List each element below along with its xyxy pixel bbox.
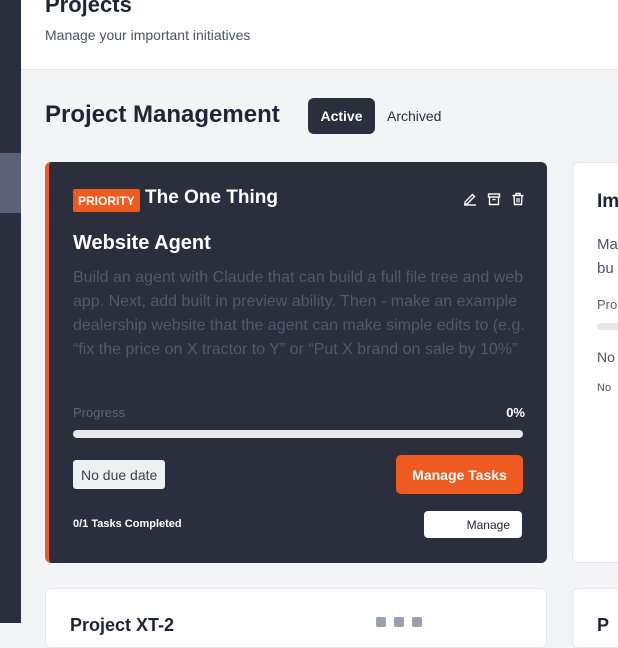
desc-line: Ma: [597, 236, 618, 253]
card-heading: The One Thing: [145, 187, 278, 208]
section-title: Project Management: [45, 101, 280, 128]
archive-icon[interactable]: [487, 192, 501, 206]
sidebar: [0, 0, 21, 623]
card-heading: Project XT-2: [70, 615, 175, 635]
edit-icon[interactable]: [376, 617, 386, 627]
progress-label: Progress: [73, 405, 126, 420]
project-name: Website Agent: [73, 232, 211, 254]
project-card: PRIORITY The One Thing Website Agent Bui…: [45, 162, 547, 563]
page-title: Projects: [45, 0, 132, 17]
manage-button[interactable]: Manage: [424, 511, 522, 538]
page-subtitle: Manage your important initiatives: [45, 27, 251, 43]
sidebar-active-item[interactable]: [0, 153, 21, 213]
desc-line: bu: [597, 260, 614, 277]
page-header: Projects Manage your important initiativ…: [21, 0, 618, 70]
card-heading: P: [597, 615, 610, 635]
tasks-completed: 0/1 Tasks Completed: [73, 518, 182, 530]
project-description: Build an agent with Claude that can buil…: [73, 269, 525, 358]
project-card: Project XT-2: [45, 588, 547, 648]
due-date-chip: No: [597, 349, 615, 365]
due-date-chip: No due date: [73, 460, 166, 489]
edit-icon[interactable]: [463, 192, 477, 206]
card-actions: [376, 617, 422, 627]
archive-icon[interactable]: [394, 617, 404, 627]
priority-badge: PRIORITY: [73, 189, 140, 212]
progress-label: Pro: [597, 297, 618, 312]
project-description: Ma bu: [597, 233, 618, 281]
progress-bar: [597, 323, 618, 330]
card-heading: Im: [597, 191, 618, 212]
trash-icon[interactable]: [511, 192, 525, 206]
progress-bar: [73, 430, 523, 438]
filter-archived-button[interactable]: Archived: [387, 98, 441, 134]
project-card-secondary: Im Ma bu Pro No No: [572, 162, 618, 563]
tasks-completed: No: [597, 382, 612, 394]
progress-percent: 0%: [506, 405, 525, 420]
manage-tasks-button[interactable]: Manage Tasks: [396, 455, 523, 494]
project-card: P: [572, 588, 618, 648]
filter-active-button[interactable]: Active: [308, 98, 375, 134]
trash-icon[interactable]: [412, 617, 422, 627]
card-actions: [463, 192, 525, 206]
